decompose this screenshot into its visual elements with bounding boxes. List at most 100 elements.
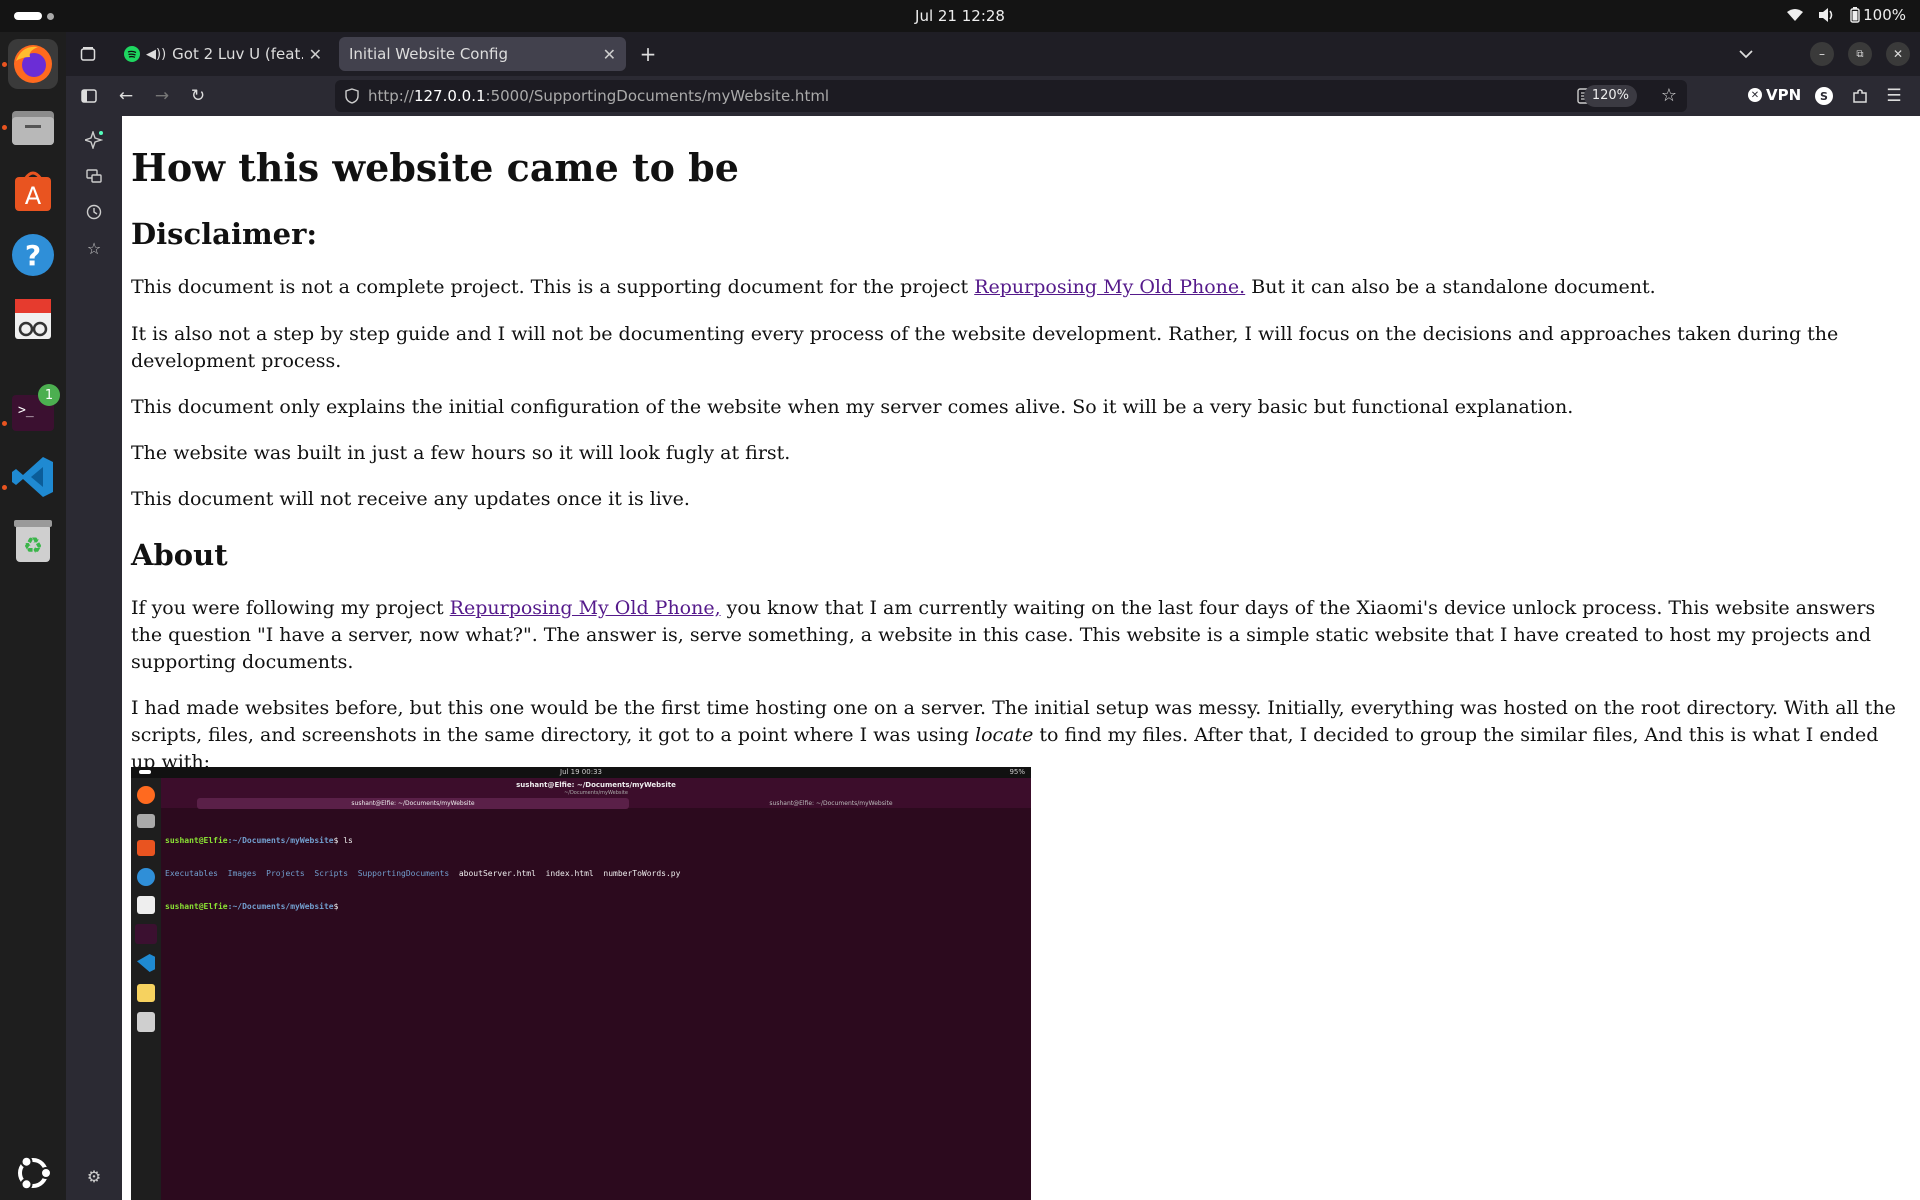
- screenshot-terminal-icon: [135, 924, 157, 944]
- avatar: S: [1815, 87, 1833, 105]
- forward-arrow-icon: →: [154, 86, 170, 106]
- audio-playing-icon[interactable]: ◀)): [146, 47, 166, 62]
- screenshot-dock: [131, 778, 161, 1200]
- disclaimer-paragraph-3: This document only explains the initial …: [131, 396, 1574, 418]
- back-button[interactable]: ←: [114, 84, 138, 108]
- text: But it can also be a standalone document…: [1245, 276, 1656, 298]
- account-button[interactable]: S: [1812, 84, 1836, 108]
- synced-tabs-button[interactable]: [82, 164, 106, 188]
- screenshot-notes-icon: [137, 984, 155, 1002]
- wifi-icon: [1787, 9, 1804, 21]
- ai-chatbot-button[interactable]: [82, 128, 106, 152]
- firefox-icon: [14, 45, 52, 83]
- svg-text:♻: ♻: [23, 534, 43, 559]
- tab-music[interactable]: ◀)) Got 2 Luv U (feat. Alex ✕: [114, 37, 332, 71]
- disclaimer-heading: Disclaimer:: [131, 217, 318, 251]
- url-bar[interactable]: http://127.0.0.1:5000/SupportingDocument…: [335, 80, 1687, 112]
- screenshot-clock: Jul 19 00:33: [560, 768, 602, 776]
- tab-active-website-config[interactable]: Initial Website Config ✕: [339, 37, 626, 71]
- trash-icon: ♻: [14, 520, 52, 562]
- customize-sidebar-button[interactable]: ⚙: [82, 1164, 106, 1188]
- about-paragraph-2: I had made websites before, but this one…: [131, 695, 1901, 776]
- history-button[interactable]: [82, 200, 106, 224]
- maximize-button[interactable]: ⧉: [1848, 42, 1872, 66]
- bookmarks-button[interactable]: ☆: [82, 236, 106, 260]
- firefox-view-button[interactable]: [76, 42, 100, 66]
- puzzle-icon: [1853, 89, 1867, 103]
- navigation-toolbar: ← → ↻ http://127.0.0.1:5000/SupportingDo…: [66, 76, 1920, 116]
- firefox-view-icon: [80, 47, 96, 61]
- battery-icon: [1850, 7, 1860, 23]
- extensions-button[interactable]: [1848, 84, 1872, 108]
- sidebar-toggle-button[interactable]: [77, 84, 101, 108]
- bookmark-star-icon[interactable]: ☆: [1661, 85, 1677, 106]
- running-indicator: [2, 421, 7, 426]
- prompt-path: :~/Documents/myWebsite: [227, 836, 334, 845]
- synced-tabs-icon: [86, 169, 102, 183]
- zoom-reset-button[interactable]: 120%: [1583, 85, 1637, 107]
- vscode-launcher[interactable]: [8, 452, 58, 502]
- tab-title: Got 2 Luv U (feat. Alex: [172, 45, 303, 63]
- disclaimer-paragraph-1: This document is not a complete project.…: [131, 274, 1901, 301]
- app-menu-button[interactable]: ☰: [1882, 84, 1906, 108]
- app-center-launcher[interactable]: A: [8, 166, 58, 216]
- volume-icon: [1819, 8, 1833, 22]
- help-icon: ?: [12, 234, 54, 276]
- firefox-launcher[interactable]: [8, 39, 58, 89]
- reload-icon: ↻: [190, 86, 206, 106]
- vscode-icon: [12, 457, 53, 497]
- terminal-line-3: sushant@Elfie:~/Documents/myWebsite$: [165, 901, 680, 912]
- close-icon: ✕: [1892, 47, 1904, 61]
- url-scheme: http://: [368, 87, 414, 105]
- running-indicator: [2, 125, 7, 130]
- vpn-button[interactable]: ✕ VPN: [1748, 86, 1801, 104]
- list-all-tabs-button[interactable]: [1734, 42, 1758, 66]
- running-indicator: [2, 485, 7, 490]
- screenshot-window-title: sushant@Elfie: ~/Documents/myWebsite: [516, 781, 676, 789]
- repurposing-phone-link[interactable]: Repurposing My Old Phone,: [450, 597, 721, 619]
- dir-entry: SupportingDocuments: [357, 869, 450, 878]
- forward-button[interactable]: →: [150, 84, 174, 108]
- document-viewer-launcher[interactable]: [8, 294, 58, 344]
- battery-percent: 100%: [1863, 6, 1906, 24]
- disclaimer-paragraph-2: It is also not a step by step guide and …: [131, 323, 1839, 372]
- sparkle-icon: [85, 131, 103, 149]
- web-page: How this website came to be Disclaimer: …: [122, 116, 1920, 1200]
- dir-entry: Projects: [266, 869, 305, 878]
- notification-badge: 1: [38, 384, 60, 406]
- browser-sidebar: ☆ ⚙: [66, 116, 122, 1200]
- vpn-off-icon: ✕: [1748, 88, 1762, 102]
- url-host: 127.0.0.1: [413, 87, 486, 105]
- terminal-screenshot-image: Jul 19 00:33 95% sushant@Elfie: ~/Docume…: [131, 767, 1031, 1200]
- about-paragraph-1: If you were following my project Repurpo…: [131, 595, 1901, 676]
- help-launcher[interactable]: ?: [8, 230, 58, 280]
- terminal-launcher[interactable]: >_ 1: [8, 384, 60, 438]
- close-tab-icon[interactable]: ✕: [309, 45, 322, 64]
- close-window-button[interactable]: ✕: [1886, 42, 1910, 66]
- repurposing-phone-link[interactable]: Repurposing My Old Phone.: [974, 276, 1245, 298]
- minimize-button[interactable]: –: [1810, 42, 1834, 66]
- svg-text:>_: >_: [18, 403, 34, 418]
- command: ls: [338, 836, 353, 845]
- page-content: How this website came to be Disclaimer: …: [131, 116, 1901, 1200]
- prompt-user: sushant@Elfie: [165, 902, 228, 911]
- gear-icon: ⚙: [86, 1166, 102, 1186]
- reload-button[interactable]: ↻: [186, 84, 210, 108]
- trash-launcher[interactable]: ♻: [8, 516, 58, 566]
- files-launcher[interactable]: [8, 102, 58, 152]
- new-tab-button[interactable]: +: [636, 42, 660, 66]
- system-tray[interactable]: 100%: [1786, 6, 1906, 24]
- prompt-user: sushant@Elfie: [165, 836, 228, 845]
- system-top-bar: Jul 21 12:28 100%: [0, 0, 1920, 32]
- svg-text:?: ?: [25, 239, 41, 272]
- dir-entry: Scripts: [314, 869, 349, 878]
- close-tab-icon[interactable]: ✕: [603, 45, 616, 64]
- file-entry: numberToWords.py: [603, 869, 681, 878]
- star-icon: ☆: [86, 238, 102, 258]
- screenshot-terminal-header: sushant@Elfie: ~/Documents/myWebsite ~/D…: [161, 778, 1031, 809]
- hamburger-menu-icon: ☰: [1886, 86, 1902, 106]
- system-clock[interactable]: Jul 21 12:28: [0, 7, 1920, 25]
- show-apps-button[interactable]: [8, 1148, 58, 1198]
- battery-status: 100%: [1850, 6, 1906, 24]
- disclaimer-paragraph-5: This document will not receive any updat…: [131, 488, 690, 510]
